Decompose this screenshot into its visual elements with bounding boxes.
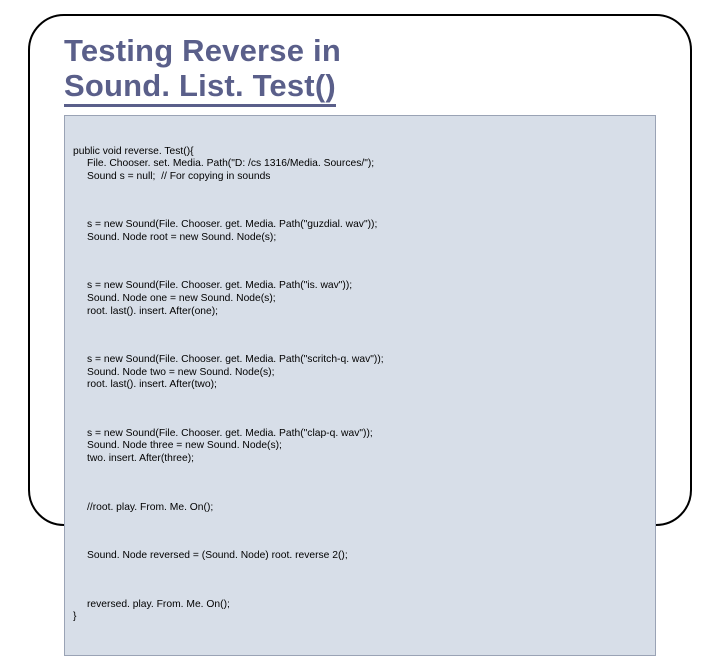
code-line: public void reverse. Test(){ xyxy=(73,146,194,157)
code-line: s = new Sound(File. Chooser. get. Media.… xyxy=(73,280,647,293)
code-line: //root. play. From. Me. On(); xyxy=(73,502,647,515)
code-line: reversed. play. From. Me. On(); xyxy=(73,599,647,612)
code-block-8: reversed. play. From. Me. On();} xyxy=(73,599,647,624)
code-box: public void reverse. Test(){ File. Choos… xyxy=(64,115,656,656)
title-line-2: Sound. List. Test() xyxy=(64,69,656,104)
code-line: Sound. Node two = new Sound. Node(s); xyxy=(73,367,647,380)
code-block-7: Sound. Node reversed = (Sound. Node) roo… xyxy=(73,550,647,563)
code-line: s = new Sound(File. Chooser. get. Media.… xyxy=(73,219,647,232)
code-line: Sound. Node one = new Sound. Node(s); xyxy=(73,293,647,306)
code-block-3: s = new Sound(File. Chooser. get. Media.… xyxy=(73,280,647,318)
title-line-1: Testing Reverse in xyxy=(64,34,656,69)
code-line: Sound. Node three = new Sound. Node(s); xyxy=(73,440,647,453)
slide-title: Testing Reverse in Sound. List. Test() xyxy=(64,34,656,103)
code-block-4: s = new Sound(File. Chooser. get. Media.… xyxy=(73,354,647,392)
code-block-6: //root. play. From. Me. On(); xyxy=(73,502,647,515)
code-block-5: s = new Sound(File. Chooser. get. Media.… xyxy=(73,428,647,466)
code-line: root. last(). insert. After(one); xyxy=(73,306,647,319)
code-line: File. Chooser. set. Media. Path("D: /cs … xyxy=(73,158,647,171)
slide-frame: Testing Reverse in Sound. List. Test() p… xyxy=(28,14,692,526)
code-line: root. last(). insert. After(two); xyxy=(73,379,647,392)
code-line: } xyxy=(73,611,76,622)
code-line: two. insert. After(three); xyxy=(73,453,647,466)
code-block-2: s = new Sound(File. Chooser. get. Media.… xyxy=(73,219,647,244)
code-block-1: public void reverse. Test(){ File. Choos… xyxy=(73,146,647,184)
code-line: s = new Sound(File. Chooser. get. Media.… xyxy=(73,428,647,441)
title-underline-text: Sound. List. Test() xyxy=(64,68,336,107)
code-line: Sound s = null; // For copying in sounds xyxy=(73,171,647,184)
code-line: s = new Sound(File. Chooser. get. Media.… xyxy=(73,354,647,367)
code-line: Sound. Node root = new Sound. Node(s); xyxy=(73,232,647,245)
code-line: Sound. Node reversed = (Sound. Node) roo… xyxy=(73,550,647,563)
